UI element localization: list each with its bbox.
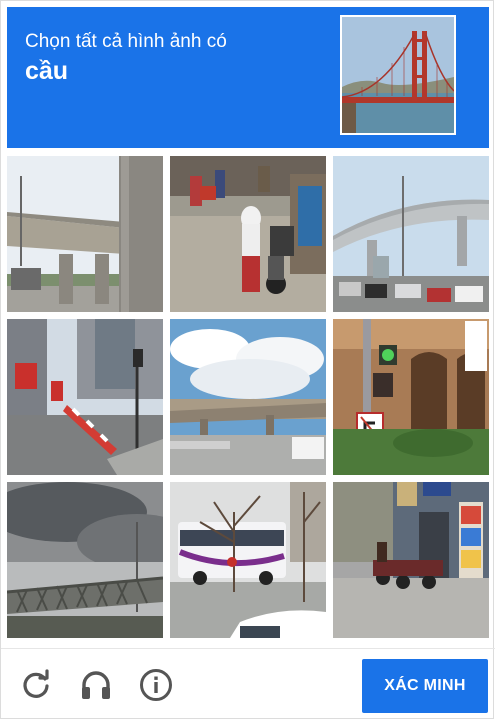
image-grid xyxy=(7,156,489,638)
image-tile-6[interactable] xyxy=(333,319,489,475)
info-icon xyxy=(140,669,172,701)
image-tile-9[interactable] xyxy=(333,482,489,638)
image-tile-2[interactable] xyxy=(170,156,326,312)
image-tile-8[interactable] xyxy=(170,482,326,638)
image-tile-5[interactable] xyxy=(170,319,326,475)
reload-icon xyxy=(23,669,49,698)
captcha-header: Chọn tất cả hình ảnh có cầu xyxy=(7,7,489,148)
info-button[interactable] xyxy=(138,667,174,703)
headphones-icon xyxy=(82,671,110,699)
image-tile-4[interactable] xyxy=(7,319,163,475)
image-tile-7[interactable] xyxy=(7,482,163,638)
image-tile-3[interactable] xyxy=(333,156,489,312)
reload-button[interactable] xyxy=(18,667,54,703)
captcha-footer: XÁC MINH xyxy=(1,648,495,720)
target-word: cầu xyxy=(25,57,69,85)
image-tile-1[interactable] xyxy=(7,156,163,312)
verify-button[interactable]: XÁC MINH xyxy=(362,659,488,713)
instruction-text: Chọn tất cả hình ảnh có xyxy=(25,31,227,52)
audio-challenge-button[interactable] xyxy=(78,667,114,703)
sample-image xyxy=(340,15,456,135)
captcha-frame: Chọn tất cả hình ảnh có cầu XÁC MINH xyxy=(0,0,495,720)
